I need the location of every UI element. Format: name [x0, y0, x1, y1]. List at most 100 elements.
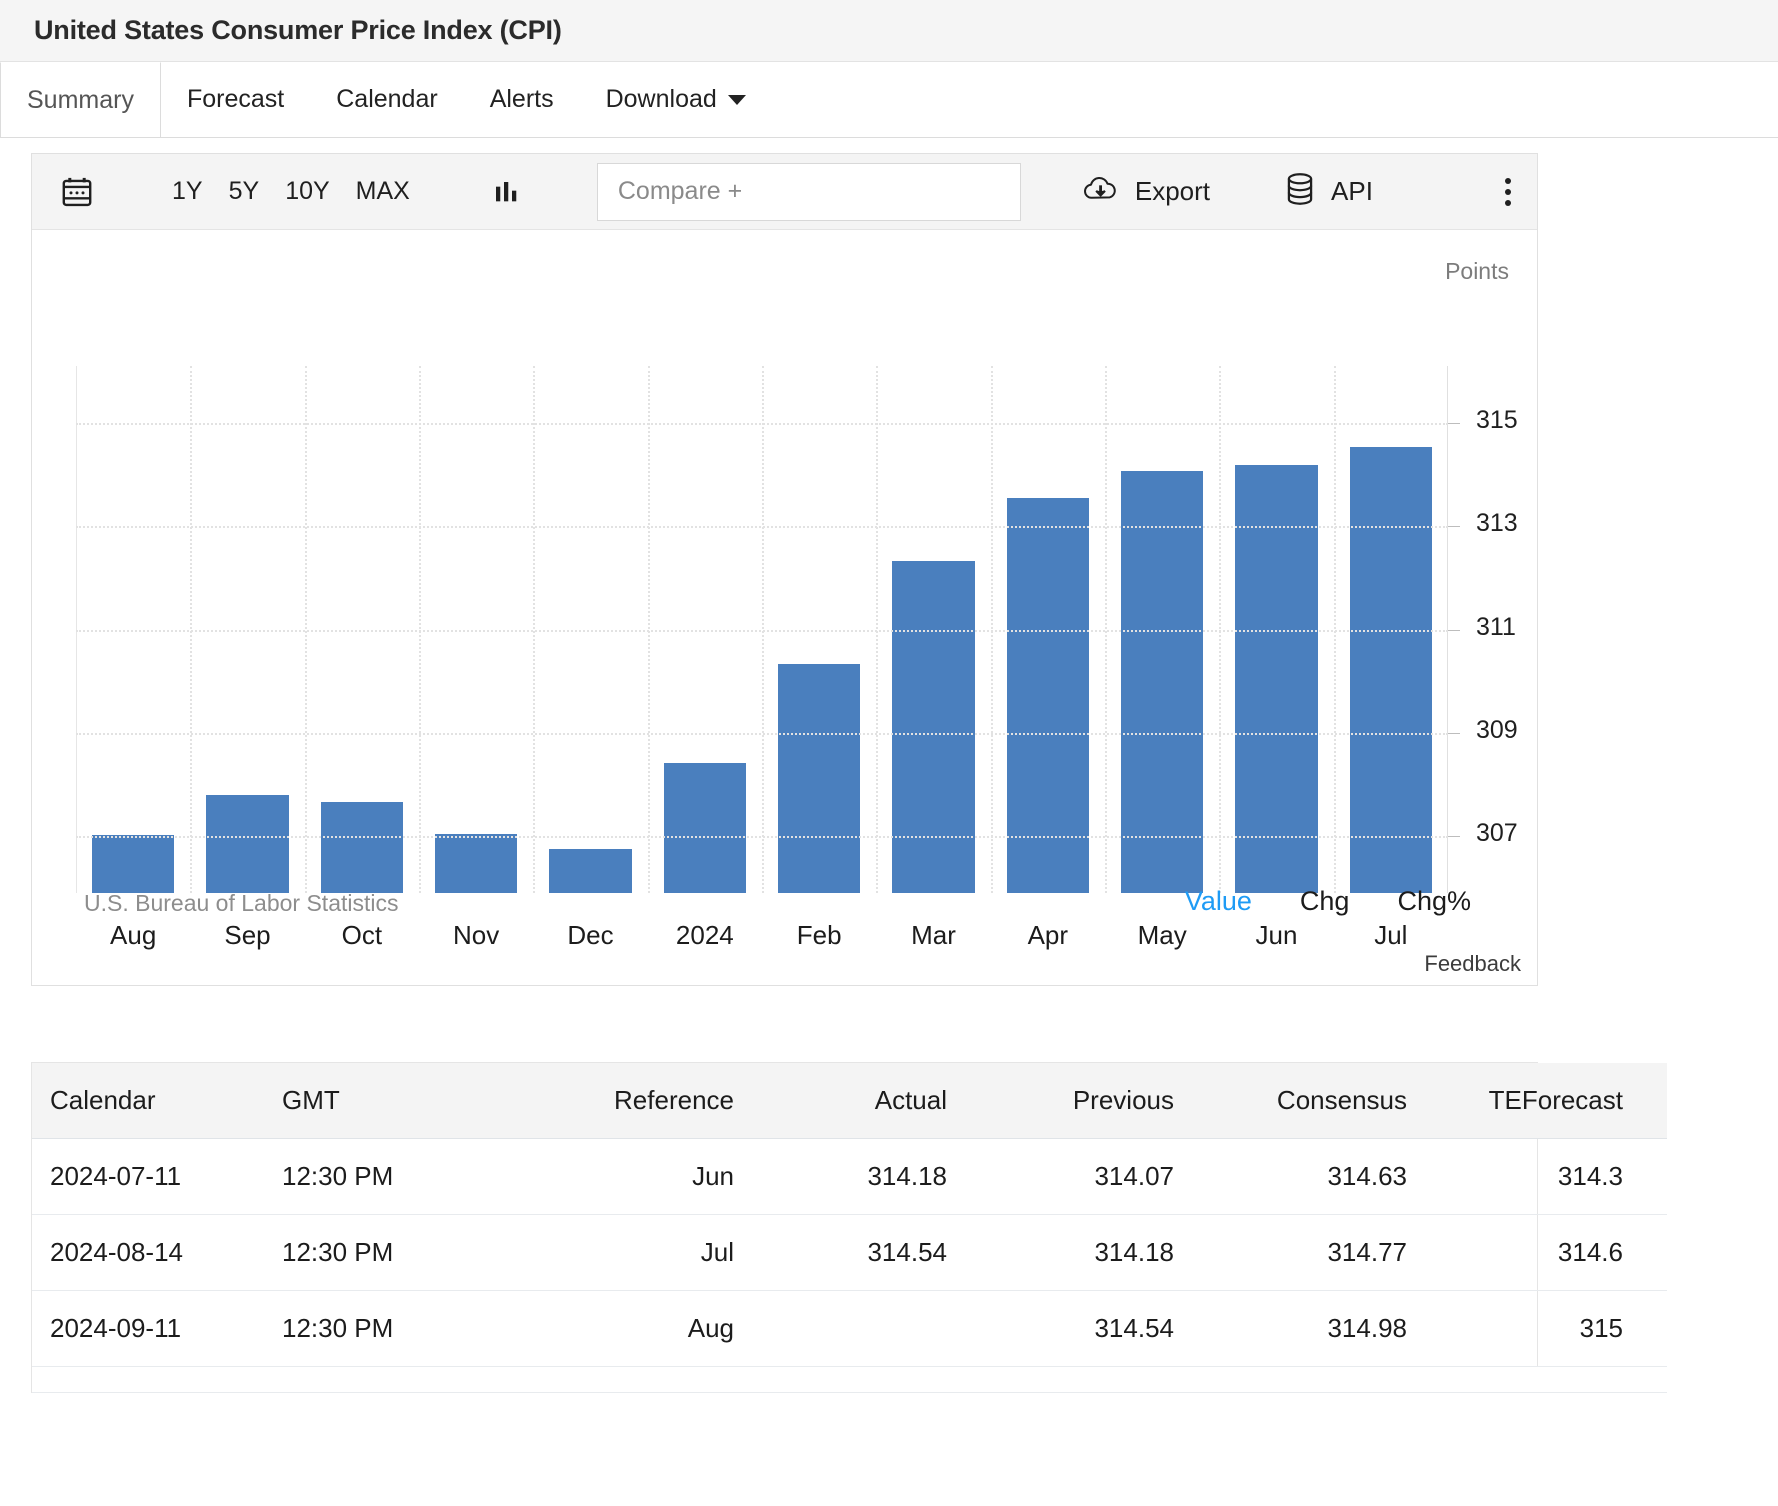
- api-button[interactable]: API: [1283, 171, 1373, 212]
- compare-field[interactable]: [596, 162, 1021, 221]
- table-row[interactable]: 2024-08-14 12:30 PM Jul 314.54 314.18 314.77 3…: [32, 1214, 1667, 1291]
- cell-calendar: 2024-09-11: [32, 1290, 282, 1367]
- cell-actual: 314.54: [752, 1214, 967, 1291]
- range-button-5y[interactable]: 5Y: [216, 177, 273, 206]
- tab-summary[interactable]: Summary: [0, 62, 161, 137]
- cell-calendar: 2024-08-14: [32, 1214, 282, 1291]
- table-header-row: Calendar GMT Reference Actual Previous C…: [32, 1063, 1667, 1139]
- y-tick-mark: [1448, 836, 1460, 838]
- y-axis-tick-label: 315: [1476, 405, 1518, 434]
- page-header: United States Consumer Price Index (CPI): [0, 0, 1778, 62]
- value-mode-chg[interactable]: Chg: [1300, 886, 1350, 917]
- gridline-vertical: [190, 366, 193, 893]
- gridline-vertical: [876, 366, 879, 893]
- bar-may[interactable]: [1121, 470, 1204, 893]
- column-header-consensus[interactable]: Consensus: [1192, 1063, 1427, 1139]
- cell-calendar: 2024-07-11: [32, 1138, 282, 1215]
- table-tail-cell: [497, 1366, 752, 1393]
- cloud-download-icon: [1081, 172, 1121, 211]
- chevron-down-icon: [727, 94, 746, 105]
- table-row[interactable]: 2024-07-11 12:30 PM Jun 314.18 314.07 314.63 3…: [32, 1138, 1667, 1215]
- tab-label: Alerts: [489, 85, 554, 113]
- bar-jun[interactable]: [1235, 465, 1318, 893]
- cell-gmt: 12:30 PM: [282, 1214, 497, 1291]
- api-label: API: [1331, 176, 1373, 206]
- column-header-gmt[interactable]: GMT: [282, 1063, 497, 1139]
- y-axis-tick-label: 313: [1476, 509, 1518, 538]
- cell-gmt: 12:30 PM: [282, 1138, 497, 1215]
- value-mode-value[interactable]: Value: [1185, 886, 1252, 917]
- feedback-link[interactable]: Feedback: [1424, 951, 1521, 977]
- chart-card: 1Y5Y10YMAX Expo: [31, 153, 1538, 986]
- range-button-10y[interactable]: 10Y: [272, 177, 342, 206]
- plot: 307 309 311 313 315: [76, 366, 1518, 893]
- table-tail-cell: [752, 1366, 967, 1393]
- cell-previous: 314.18: [967, 1214, 1192, 1291]
- compare-input[interactable]: [615, 176, 1020, 207]
- cell-gmt: 12:30 PM: [282, 1290, 497, 1367]
- calendar-table-wrap: Calendar GMT Reference Actual Previous C…: [31, 1062, 1667, 1393]
- cell-actual: 314.18: [752, 1138, 967, 1215]
- range-button-1y[interactable]: 1Y: [159, 177, 216, 206]
- tab-alerts[interactable]: Alerts: [464, 62, 580, 137]
- cell-previous: 314.07: [967, 1138, 1192, 1215]
- gridline-vertical: [762, 366, 764, 893]
- calendar-icon[interactable]: [59, 174, 95, 210]
- bar-feb[interactable]: [778, 664, 861, 893]
- tab-forecast[interactable]: Forecast: [161, 62, 310, 137]
- gridline-vertical: [533, 366, 536, 893]
- bar-apr[interactable]: [1006, 497, 1089, 893]
- kebab-menu-icon[interactable]: [1505, 177, 1511, 206]
- tab-label: Forecast: [186, 85, 285, 113]
- cell-reference: Jul: [497, 1214, 752, 1291]
- page-title: United States Consumer Price Index (CPI): [34, 15, 562, 45]
- bar-jul[interactable]: [1349, 446, 1432, 893]
- bar-mar[interactable]: [892, 560, 975, 893]
- export-button[interactable]: Export: [1081, 172, 1210, 211]
- y-tick-mark: [1448, 732, 1460, 734]
- y-axis-tick-label: 309: [1476, 715, 1518, 744]
- table-header: Calendar GMT Reference Actual Previous C…: [32, 1063, 1667, 1139]
- gridline-vertical: [990, 366, 993, 893]
- chart-plot-area: Points 307 309 311 313 315 Aug Sep Oct Nov Dec 20…: [32, 230, 1537, 986]
- chart-toolbar: 1Y5Y10YMAX Expo: [32, 154, 1537, 230]
- table-tail-cell: [32, 1366, 282, 1393]
- cell-teforecast: 314.6: [1427, 1214, 1667, 1291]
- tab-label: Summary: [27, 85, 134, 114]
- tab-download[interactable]: Download: [580, 62, 772, 137]
- gridline-vertical: [1105, 366, 1107, 893]
- calendar-table: Calendar GMT Reference Actual Previous C…: [32, 1063, 1667, 1393]
- tabs: Summary Forecast Calendar Alerts Download: [0, 62, 772, 137]
- cell-consensus: 314.98: [1192, 1290, 1427, 1367]
- value-mode-selector: Value Chg Chg%: [1185, 886, 1471, 917]
- column-header-actual[interactable]: Actual: [752, 1063, 967, 1139]
- bar-2024[interactable]: [663, 762, 746, 893]
- column-header-previous[interactable]: Previous: [967, 1063, 1192, 1139]
- y-tick-mark: [1448, 526, 1460, 528]
- chart-footer: U.S. Bureau of Labor Statistics Value Chg…: [32, 878, 1537, 985]
- cell-consensus: 314.77: [1192, 1214, 1427, 1291]
- chart-source: U.S. Bureau of Labor Statistics: [84, 890, 399, 916]
- table-tail-cell: [967, 1366, 1192, 1393]
- database-icon: [1283, 171, 1317, 212]
- tab-calendar[interactable]: Calendar: [310, 62, 463, 137]
- table-tail-cell: [1427, 1366, 1667, 1393]
- range-selector: 1Y 5Y 10Y MAX: [159, 177, 423, 206]
- table-row[interactable]: 2024-09-11 12:30 PM Aug 314.54 314.98 315: [32, 1290, 1667, 1367]
- tab-label: Calendar: [336, 85, 438, 113]
- tab-bar: Summary Forecast Calendar Alerts Download: [0, 62, 1778, 138]
- cell-teforecast: 315: [1427, 1290, 1667, 1367]
- y-tick-mark: [1448, 422, 1460, 424]
- cell-previous: 314.54: [967, 1290, 1192, 1367]
- gridline-vertical: [1219, 366, 1222, 893]
- cell-consensus: 314.63: [1192, 1138, 1427, 1215]
- gridline-vertical: [419, 366, 421, 893]
- value-mode-chg-pct[interactable]: Chg%: [1397, 886, 1471, 917]
- column-header-calendar[interactable]: Calendar: [32, 1063, 282, 1139]
- column-header-reference[interactable]: Reference: [497, 1063, 752, 1139]
- range-button-max[interactable]: MAX: [343, 177, 423, 206]
- table-tail-cell: [1192, 1366, 1427, 1393]
- bar-chart-icon[interactable]: [492, 176, 524, 208]
- column-header-teforecast[interactable]: TEForecast: [1427, 1063, 1667, 1139]
- gridline-vertical: [647, 366, 650, 893]
